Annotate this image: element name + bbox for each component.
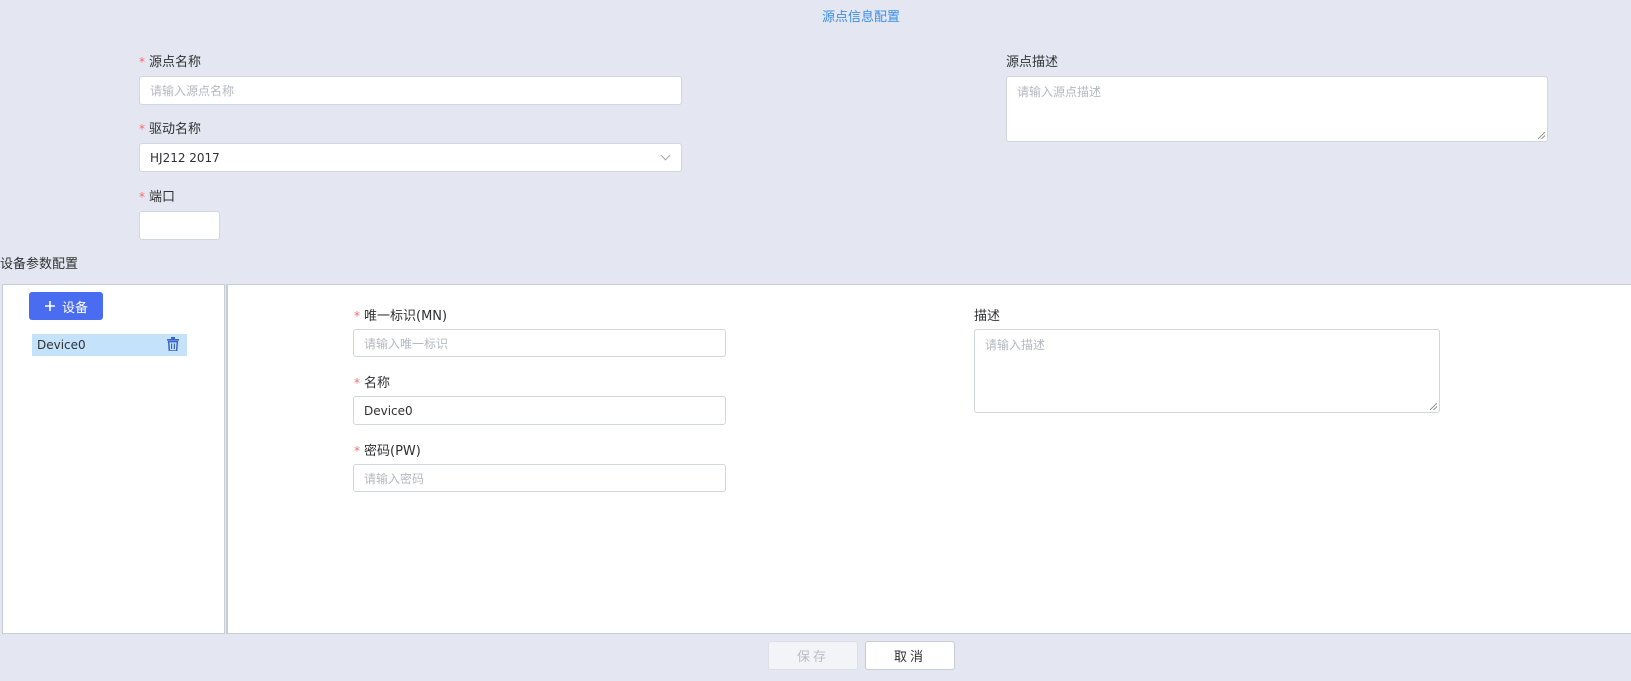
add-device-button-label: 设备 (61, 300, 88, 316)
source-name-label: * 源点名称 (139, 51, 201, 70)
save-button[interactable]: 保存 (768, 641, 858, 670)
driver-name-label: * 驱动名称 (139, 118, 201, 137)
device-name-input[interactable]: Device0 (353, 396, 726, 425)
add-device-button[interactable]: 设备 (29, 292, 103, 320)
mn-label: * 唯一标识(MN) (354, 305, 447, 324)
required-asterisk: * (139, 55, 145, 69)
driver-select-value: HJ212 2017 (150, 150, 220, 165)
source-name-input[interactable]: 请输入源点名称 (139, 76, 682, 105)
driver-select[interactable]: HJ212 2017 (139, 143, 682, 172)
mn-input[interactable]: 请输入唯一标识 (353, 329, 726, 357)
source-desc-textarea[interactable]: 请输入源点描述 (1006, 76, 1548, 142)
driver-name-label-text: 驱动名称 (149, 122, 202, 137)
port-label-text: 端口 (149, 190, 176, 205)
plus-icon (44, 301, 55, 311)
device-desc-label: 描述 (974, 309, 1001, 324)
port-label: * 端口 (139, 186, 175, 205)
device-section-title: 设备参数配置 (0, 257, 79, 272)
source-name-label-text: 源点名称 (149, 55, 202, 70)
pw-label-text: 密码(PW) (364, 444, 421, 459)
required-asterisk: * (139, 122, 145, 136)
chevron-down-icon[interactable] (660, 150, 671, 161)
port-input[interactable] (139, 211, 220, 240)
required-asterisk: * (354, 376, 360, 390)
device-name-label: * 名称 (354, 372, 390, 391)
resize-handle[interactable] (1538, 132, 1545, 139)
page-title: 源点信息配置 (821, 10, 900, 25)
pw-input[interactable]: 请输入密码 (353, 464, 726, 492)
mn-label-text: 唯一标识(MN) (364, 309, 448, 324)
device-item-label: Device0 (37, 338, 86, 352)
trash-icon[interactable] (167, 337, 179, 354)
device-desc-placeholder: 请输入描述 (985, 338, 1046, 352)
cancel-button[interactable]: 取消 (865, 641, 955, 670)
required-asterisk: * (354, 309, 360, 323)
device-desc-textarea[interactable]: 请输入描述 (974, 329, 1440, 413)
resize-handle[interactable] (1430, 403, 1437, 410)
pw-label: * 密码(PW) (354, 440, 421, 459)
required-asterisk: * (139, 190, 145, 204)
required-asterisk: * (354, 444, 360, 458)
device-name-label-text: 名称 (364, 376, 391, 391)
device-list-item[interactable]: Device0 (32, 334, 187, 356)
source-desc-label: 源点描述 (1006, 55, 1059, 70)
source-desc-placeholder: 请输入源点描述 (1017, 85, 1102, 99)
